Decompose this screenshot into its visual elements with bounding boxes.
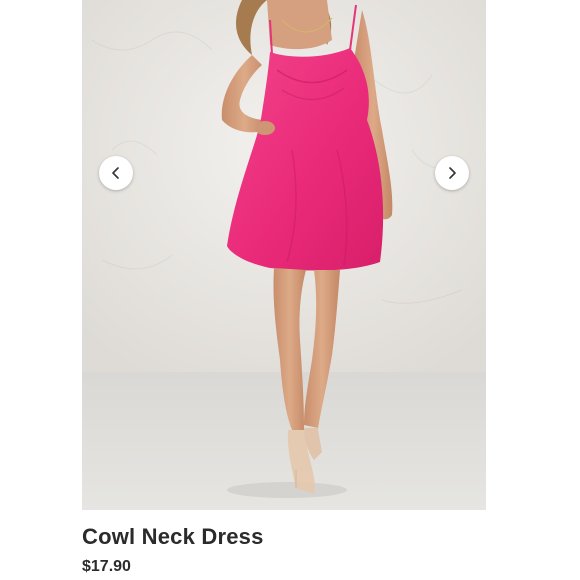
previous-image-button[interactable] <box>99 156 133 190</box>
product-title: Cowl Neck Dress <box>82 524 264 549</box>
next-image-button[interactable] <box>435 156 469 190</box>
chevron-left-icon <box>112 167 119 179</box>
model-wearing-dress-illustration <box>82 0 486 510</box>
product-page: Cowl Neck Dress $17.90 <box>0 0 580 580</box>
product-price: $17.90 <box>82 558 131 575</box>
chevron-right-icon <box>449 167 456 179</box>
product-photo <box>82 0 486 510</box>
